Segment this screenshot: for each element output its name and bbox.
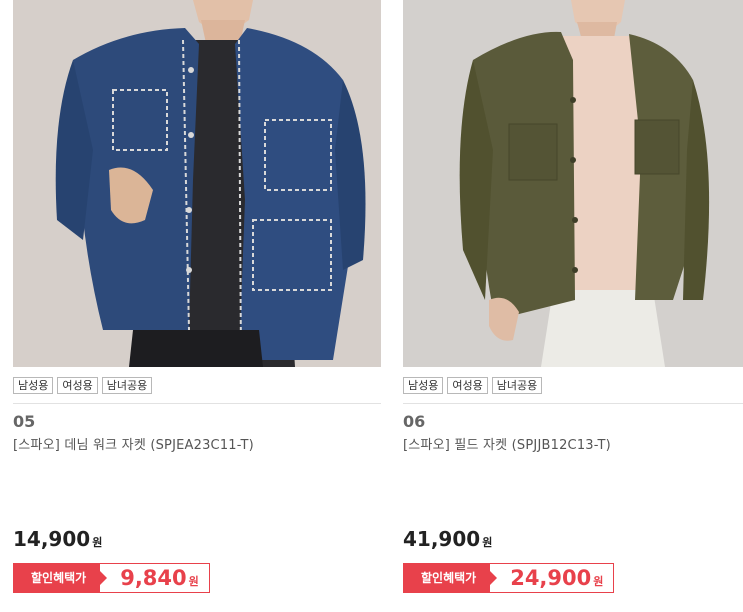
tag-unisex: 남녀공용	[101, 377, 153, 394]
discount-price-box: 할인혜택가 9,840 원	[13, 563, 210, 593]
discount-value: 9,840 원	[100, 563, 210, 593]
tag-female: 여성용	[447, 377, 488, 394]
discount-currency: 원	[593, 575, 604, 588]
product-grid: 남성용 여성용 남녀공용 05 [스파오] 데님 워크 자켓 (SPJEA23C…	[0, 0, 743, 612]
denim-jacket-photo	[13, 0, 381, 367]
gender-tags: 남성용 여성용 남녀공용	[13, 377, 153, 394]
product-image[interactable]	[403, 0, 743, 367]
original-price: 14,900 원	[13, 527, 102, 551]
divider	[13, 403, 381, 404]
price-amount: 41,900	[403, 527, 481, 551]
discount-amount: 24,900	[510, 566, 592, 590]
price-amount: 14,900	[13, 527, 91, 551]
divider	[403, 403, 743, 404]
price-currency: 원	[482, 536, 493, 549]
product-card[interactable]: 남성용 여성용 남녀공용 05 [스파오] 데님 워크 자켓 (SPJEA23C…	[13, 0, 381, 612]
product-name-link[interactable]: [스파오] 데님 워크 자켓 (SPJEA23C11-T)	[13, 434, 254, 453]
original-price: 41,900 원	[403, 527, 492, 551]
product-number: 06	[403, 412, 426, 431]
discount-value: 24,900 원	[490, 563, 615, 593]
discount-price-box: 할인혜택가 24,900 원	[403, 563, 615, 593]
discount-label: 할인혜택가	[13, 563, 108, 593]
price-currency: 원	[92, 536, 103, 549]
field-jacket-photo	[403, 0, 743, 367]
product-number: 05	[13, 412, 36, 431]
discount-currency: 원	[188, 575, 199, 588]
discount-label: 할인혜택가	[403, 563, 498, 593]
product-name-link[interactable]: [스파오] 필드 자켓 (SPJJB12C13-T)	[403, 434, 611, 453]
discount-amount: 9,840	[120, 566, 187, 590]
tag-male: 남성용	[13, 377, 54, 394]
product-card[interactable]: 남성용 여성용 남녀공용 06 [스파오] 필드 자켓 (SPJJB12C13-…	[403, 0, 743, 612]
gender-tags: 남성용 여성용 남녀공용	[403, 377, 543, 394]
tag-female: 여성용	[57, 377, 98, 394]
product-image[interactable]	[13, 0, 381, 367]
tag-male: 남성용	[403, 377, 444, 394]
tag-unisex: 남녀공용	[491, 377, 543, 394]
